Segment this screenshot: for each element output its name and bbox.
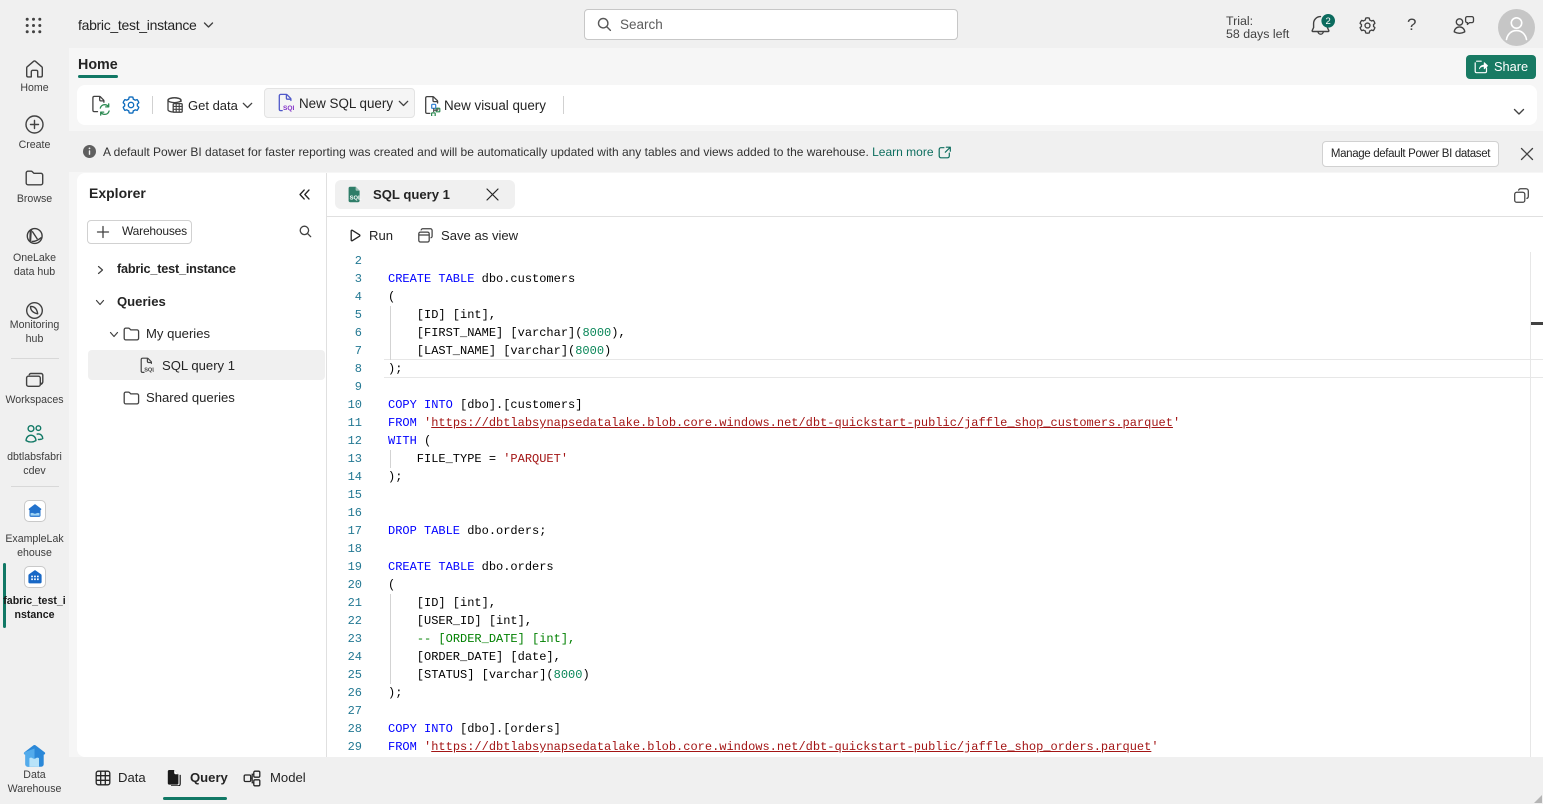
svg-text:SQL: SQL — [144, 368, 154, 374]
svg-text:2: 2 — [1326, 16, 1331, 27]
svg-text:SQL: SQL — [350, 196, 362, 202]
svg-text:SQL: SQL — [283, 105, 294, 112]
